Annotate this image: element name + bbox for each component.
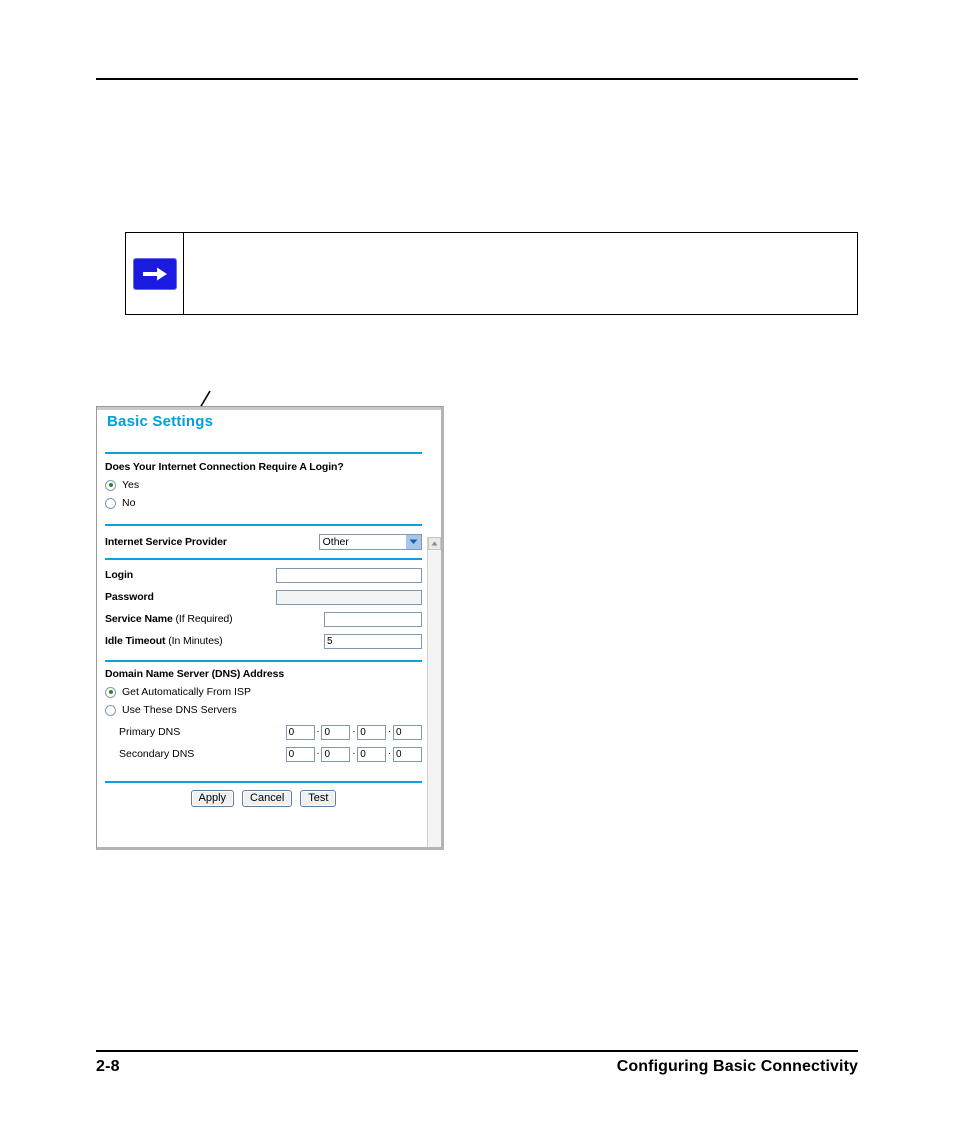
radio-option-no[interactable]: No [105, 497, 422, 509]
service-name-row: Service Name (If Required) [105, 608, 422, 630]
primary-dns-octet-3[interactable] [357, 724, 387, 740]
dns-auto-label: Get Automatically From ISP [122, 686, 251, 698]
chevron-down-icon[interactable] [406, 535, 421, 549]
divider-above-buttons [105, 781, 422, 783]
yes-radio-label: Yes [122, 479, 140, 491]
apply-button[interactable]: Apply [190, 790, 235, 807]
password-row: Password [105, 586, 422, 608]
dns-dot: . [388, 724, 391, 735]
no-radio[interactable] [105, 497, 116, 509]
login-row: Login [105, 564, 422, 586]
idle-timeout-row: Idle Timeout (In Minutes) [105, 630, 422, 652]
secondary-dns-octets: . . . [285, 746, 422, 762]
panel-content: Basic Settings Does Your Internet Connec… [97, 407, 430, 847]
dns-auto-radio[interactable] [105, 686, 116, 698]
isp-select[interactable]: Other [318, 534, 422, 550]
isp-label: Internet Service Provider [105, 536, 227, 548]
note-box [125, 232, 858, 315]
radio-option-dns-manual[interactable]: Use These DNS Servers [105, 704, 422, 716]
login-label: Login [105, 569, 134, 581]
radio-option-dns-auto[interactable]: Get Automatically From ISP [105, 686, 422, 698]
dns-dot: . [316, 746, 320, 757]
dns-dot: . [352, 746, 356, 757]
secondary-dns-row: Secondary DNS . . . [105, 743, 422, 765]
note-text [184, 233, 857, 314]
service-name-label: Service Name (If Required) [105, 613, 233, 625]
yes-radio[interactable] [105, 479, 116, 491]
password-label: Password [105, 591, 154, 603]
password-input[interactable] [276, 589, 422, 605]
secondary-dns-octet-3[interactable] [357, 746, 387, 762]
footer-page-number: 2-8 [96, 1058, 120, 1075]
primary-dns-octets: . . . [285, 724, 422, 740]
login-question-label: Does Your Internet Connection Require A … [105, 461, 344, 473]
secondary-dns-label: Secondary DNS [119, 748, 195, 760]
isp-row: Internet Service Provider Other [105, 526, 422, 558]
scroll-up-arrow-icon[interactable] [428, 537, 441, 550]
dns-dot: . [388, 746, 391, 757]
service-name-input[interactable] [324, 611, 422, 627]
idle-timeout-label: Idle Timeout (In Minutes) [105, 635, 223, 647]
note-icon-cell [126, 233, 184, 314]
primary-dns-label: Primary DNS [119, 726, 181, 738]
dns-heading: Domain Name Server (DNS) Address [105, 668, 285, 680]
primary-dns-octet-2[interactable] [321, 724, 351, 740]
test-button[interactable]: Test [300, 790, 337, 807]
idle-timeout-input[interactable] [324, 633, 422, 649]
secondary-dns-octet-1[interactable] [285, 746, 315, 762]
cancel-button[interactable]: Cancel [242, 790, 293, 807]
page-footer-rule [96, 1050, 858, 1052]
blue-right-arrow-icon [132, 257, 177, 290]
button-row: Apply Cancel Test [105, 790, 422, 807]
login-input[interactable] [276, 567, 422, 583]
radio-option-yes[interactable]: Yes [105, 479, 422, 491]
router-basic-settings-panel: Basic Settings Does Your Internet Connec… [96, 406, 444, 850]
no-radio-label: No [122, 497, 136, 509]
dns-manual-label: Use These DNS Servers [122, 704, 237, 716]
page-header-rule [96, 78, 858, 80]
page-title: Basic Settings [107, 413, 214, 430]
footer-chapter-title: Configuring Basic Connectivity [616, 1058, 858, 1075]
primary-dns-octet-4[interactable] [393, 724, 422, 740]
secondary-dns-octet-2[interactable] [321, 746, 351, 762]
isp-select-value: Other [322, 536, 349, 548]
dns-dot: . [316, 724, 320, 735]
dns-manual-radio[interactable] [105, 704, 116, 716]
primary-dns-octet-1[interactable] [285, 724, 315, 740]
panel-scrollbar[interactable] [427, 537, 441, 847]
dns-dot: . [352, 724, 356, 735]
primary-dns-row: Primary DNS . . . [105, 721, 422, 743]
secondary-dns-octet-4[interactable] [393, 746, 422, 762]
